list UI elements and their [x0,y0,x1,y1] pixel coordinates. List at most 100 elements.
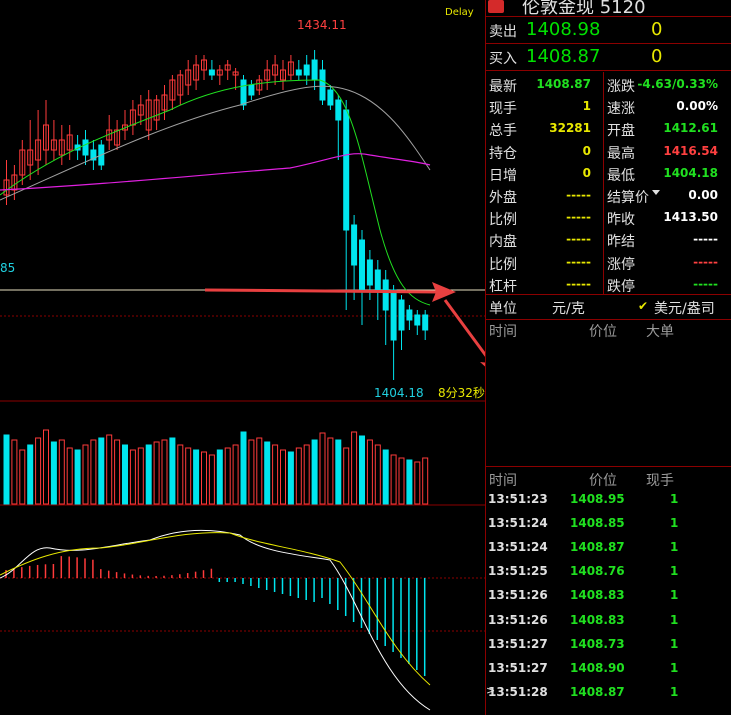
unit-selector[interactable]: 单位 元/克 ✔ 美元/盎司 [486,294,731,320]
buy-price: 1408.87 [526,46,601,67]
ticks-qty-header: 现手 [646,473,674,489]
tick-row[interactable]: 13:51:26 1408.83 1 [486,584,731,608]
volume-bar [311,439,318,505]
stat-value: -4.63/0.33% [637,77,718,91]
volume-bar [327,437,334,505]
candle-body [319,69,326,101]
tick-qty: 1 [670,588,679,603]
tick-time: 13:51:25 [488,564,548,579]
unit-cny-option[interactable]: 元/克 [552,298,585,318]
candle-body [327,89,334,106]
tick-price: 1408.87 [570,540,625,555]
volume-bar [50,441,57,505]
stat-key: 结算价 [607,190,649,206]
stat-value: ----- [566,232,591,247]
signal-line [0,532,431,686]
volume-bar [264,441,271,505]
stat-row-left: 内盘 ----- [486,228,603,250]
stat-row-left: 比例 ----- [486,206,603,228]
stat-key: 昨结 [607,234,635,251]
stat-row-left: 杠杆 ----- [486,273,603,295]
stat-row-left: 外盘 ----- [486,184,603,206]
tick-row[interactable]: 13:51:24 1408.85 1 [486,512,731,536]
stat-key: 外盘 [489,190,517,206]
candle-body [311,59,318,81]
tick-qty: 1 [670,492,679,506]
sell-quote-row[interactable]: 卖出 1408.98 0 [486,16,731,44]
tick-price: 1408.76 [570,564,625,579]
tick-qty: 1 [670,684,679,699]
stat-row-left: 持仓 0 [486,140,603,162]
stat-value: ----- [566,254,591,269]
stat-value: ----- [566,188,591,202]
tick-qty: 1 [670,564,679,579]
buy-quote-row[interactable]: 买入 1408.87 0 [486,44,731,71]
tick-row[interactable]: 13:51:25 1408.76 1 [486,560,731,584]
stat-value: ----- [566,276,591,291]
stat-value: 32281 [549,121,591,136]
large-orders-header: 时间 价位 大单 [486,320,731,340]
ticks-time-header: 时间 [489,473,517,489]
volume-bar [406,459,413,505]
tick-time: 13:51:26 [488,612,548,627]
volume-bar [114,439,121,505]
buy-label: 买入 [489,51,517,67]
volume-bar [248,439,255,505]
tick-row[interactable]: 13:51:23 1408.95 1 [486,488,731,512]
volume-bar [359,435,365,505]
candle-body [398,299,405,331]
instrument-title: 伦敦金现 5120 [522,0,646,16]
volume-bar [74,449,81,505]
stat-key: 比例 [489,212,517,229]
stat-key: 比例 [489,256,517,273]
large-orders-big-header: 大单 [646,324,674,340]
stat-value: 0 [582,143,591,158]
tick-row[interactable]: 13:51:26 1408.83 1 [486,609,731,633]
stat-row-left: 现手 1 [486,95,603,117]
stat-value: 1412.61 [663,121,718,136]
candle-body [422,314,429,331]
tick-row[interactable]: 13:51:27 1408.73 1 [486,633,731,657]
settle-dropdown-icon[interactable] [652,190,660,195]
ticks-divider [486,466,731,467]
candle-body [343,109,350,231]
stat-row-right: 涨停 ----- [604,251,731,273]
candle-body [414,314,421,326]
delay-label: Delay [445,7,474,18]
sell-price: 1408.98 [526,19,601,40]
stat-value: 0.00% [676,99,718,114]
low-price-label: 1404.18 [374,386,424,400]
volume-bar [390,454,397,505]
unit-usd-option[interactable]: 美元/盎司 [654,298,715,318]
volume-bar [58,439,65,505]
tick-qty: 1 [670,612,679,627]
stat-key: 最高 [607,145,635,162]
stat-row-right: 涨跌 -4.63/0.33% [604,73,731,95]
unit-label: 单位 [489,301,517,317]
tick-price: 1408.73 [570,636,625,651]
candle-body [240,79,247,106]
volume-bar [201,451,207,505]
large-orders-price-header: 价位 [589,324,617,340]
tick-time: 13:51:26 [488,588,548,603]
annotation-arrow-line [443,299,485,357]
volume-bar [295,447,302,505]
tick-row[interactable]: 13:51:28 1408.87 1 [486,681,731,705]
stat-value: ----- [693,254,718,269]
volume-bar [19,449,26,505]
instrument-badge-icon [488,0,504,13]
kline-chart-svg[interactable]: Delay 1434.11 1404.18 85 8分32秒 [0,0,485,715]
kline-chart-area[interactable]: Delay 1434.11 1404.18 85 8分32秒 [0,0,485,715]
candle-body [303,64,310,76]
candle-body [390,289,397,341]
tick-row[interactable]: 13:51:27 1408.90 1 [486,657,731,681]
stat-row-right: 最高 1416.54 [604,140,731,162]
volume-bar [137,447,144,505]
stat-row-right: 昨结 ----- [604,228,731,250]
tick-row[interactable]: 13:51:24 1408.87 1 [486,536,731,560]
sell-label: 卖出 [489,24,517,40]
countdown-timer: 8分32秒 [438,386,485,400]
volume-bar [153,441,160,505]
stat-value: 1408.87 [536,77,591,91]
stat-value: ----- [693,276,718,291]
